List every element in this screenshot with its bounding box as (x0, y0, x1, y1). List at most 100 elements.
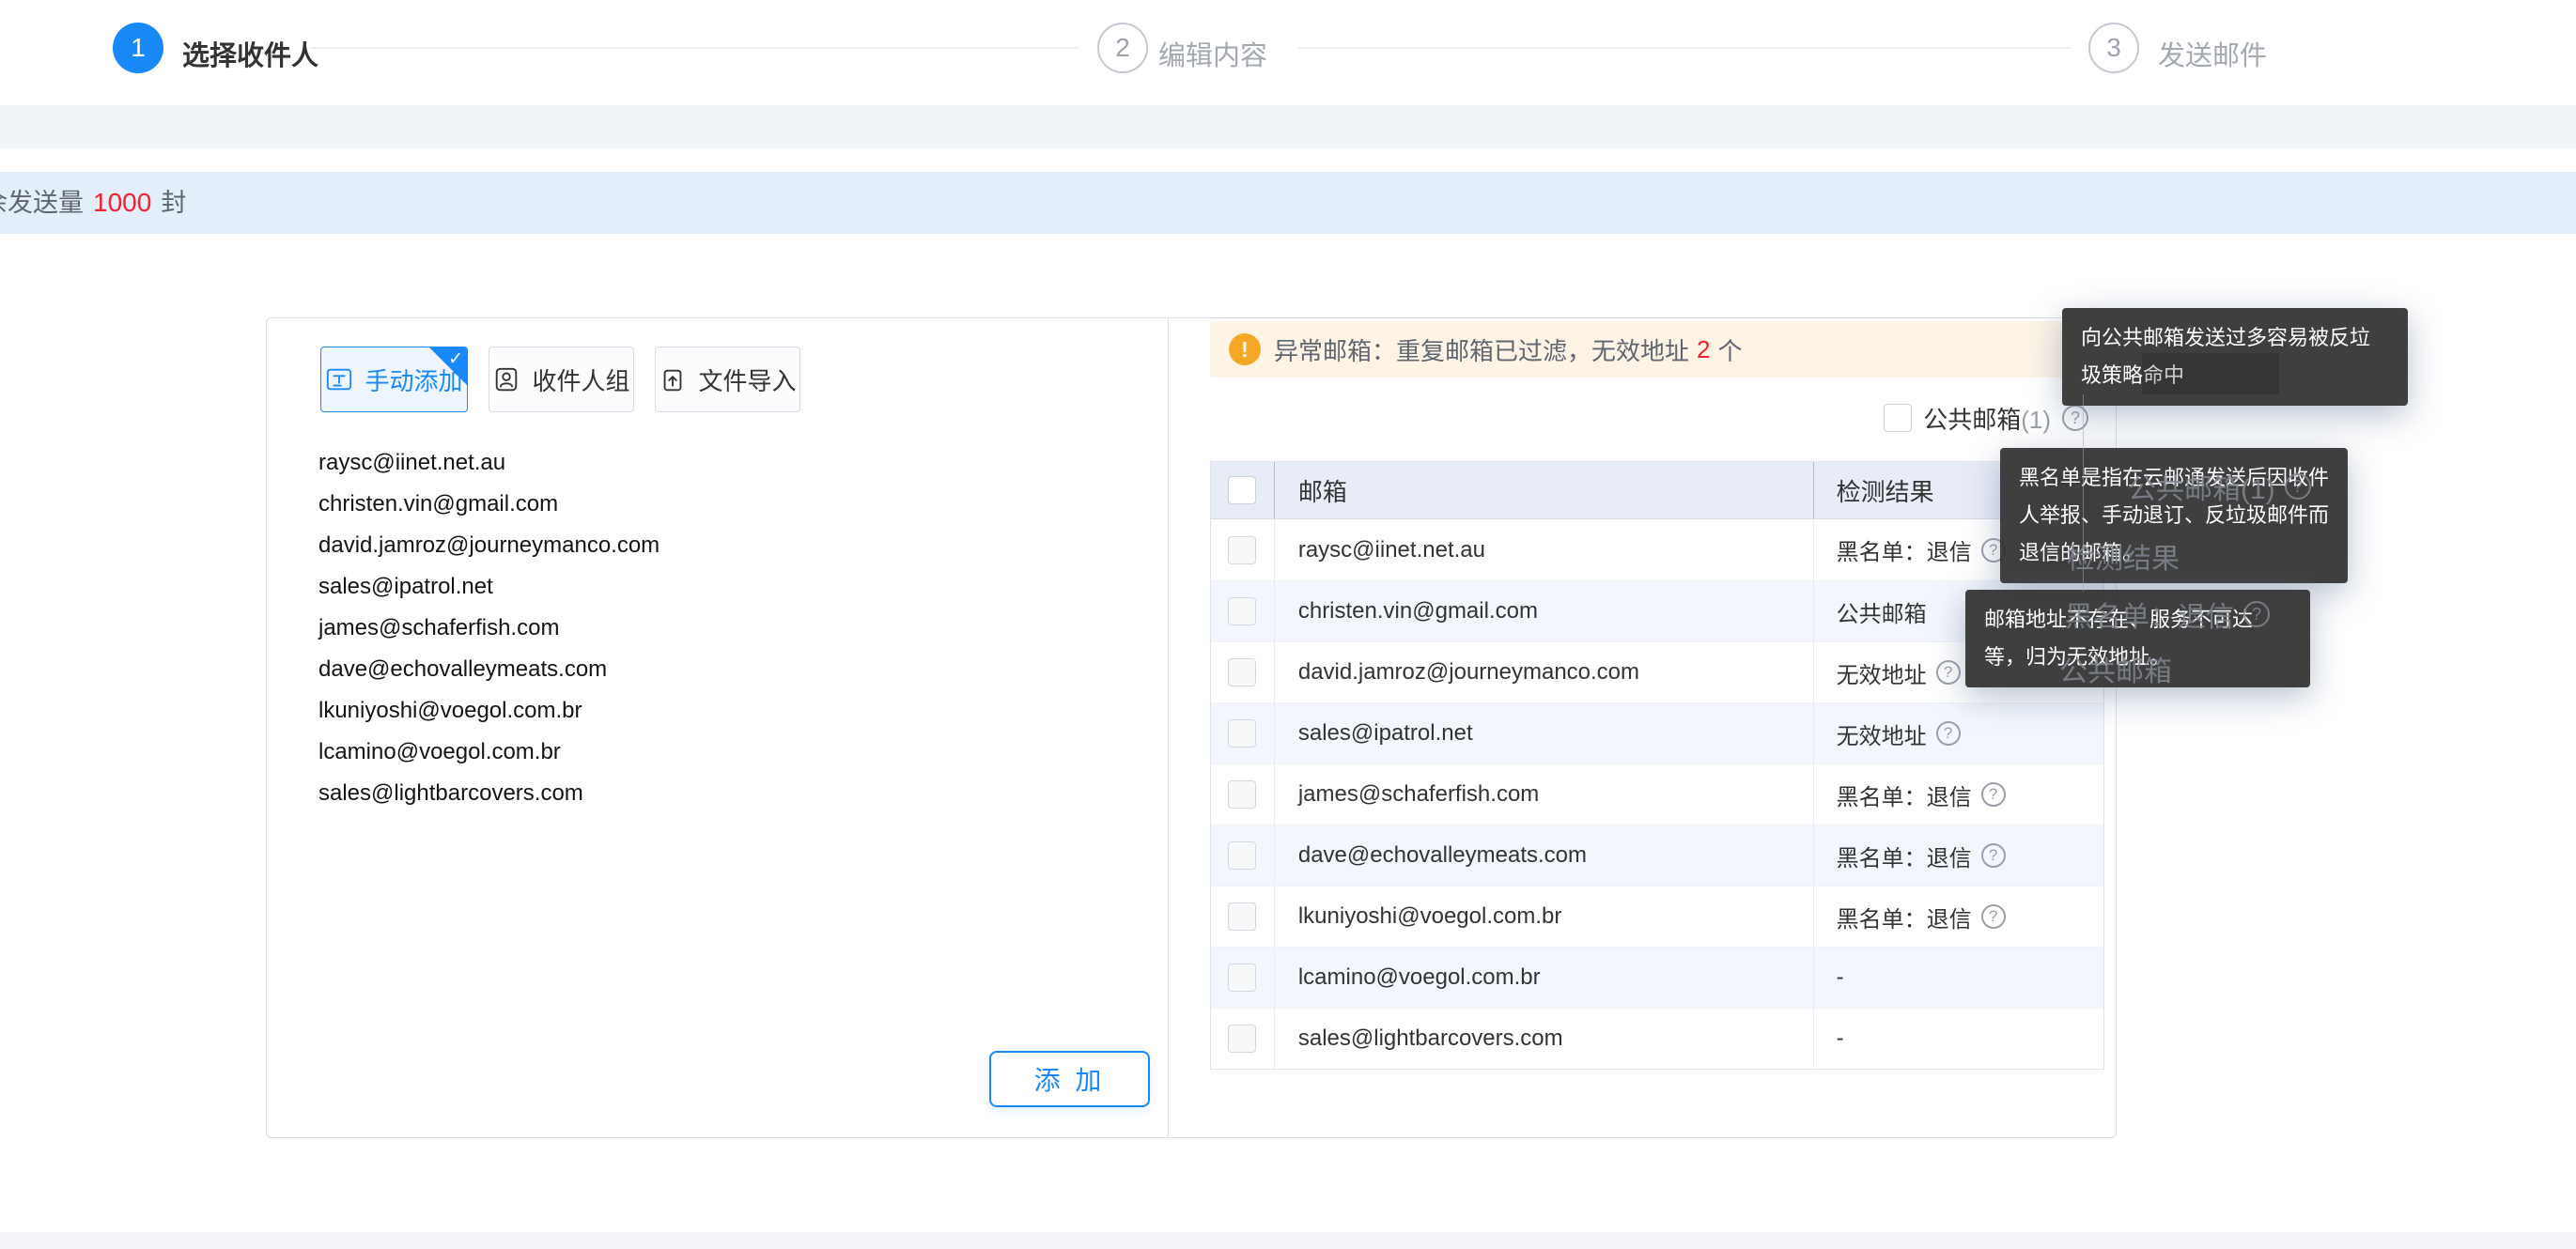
help-icon[interactable] (1936, 721, 1961, 746)
row-result-cell: - (1813, 948, 2103, 1008)
ghost-tooltip-fragment (2142, 353, 2279, 394)
row-checkbox-cell (1211, 902, 1274, 931)
row-result-cell: 无效地址 (1813, 703, 2103, 763)
row-checkbox-cell (1211, 536, 1274, 564)
row-checkbox[interactable] (1228, 658, 1256, 686)
row-result-cell: - (1813, 1009, 2103, 1069)
recipient-selection-panel: 手动添加 ✓ 收件人组 文件导入 raysc@iinet.ne (266, 317, 2117, 1138)
row-result-text: 黑名单：退信 (1837, 840, 1972, 872)
row-result-text: 黑名单：退信 (1837, 533, 1972, 566)
tab-file-import[interactable]: 文件导入 (655, 347, 800, 412)
row-result-text: 公共邮箱 (1837, 595, 1927, 628)
row-result-cell: 黑名单：退信 (1813, 887, 2103, 947)
tab-manual-add[interactable]: 手动添加 ✓ (320, 347, 468, 412)
row-checkbox[interactable] (1228, 719, 1256, 748)
ghost-blacklist-cell: 黑名单：退信 (2065, 594, 2270, 635)
row-result-text: 无效地址 (1837, 717, 1927, 750)
ghost-text-label: 黑名单：退信 (2065, 594, 2234, 635)
row-checkbox[interactable] (1228, 841, 1256, 870)
add-mode-tabs: 手动添加 ✓ 收件人组 文件导入 (320, 347, 800, 412)
row-checkbox[interactable] (1228, 902, 1256, 931)
table-row: lcamino@voegol.com.br- (1211, 947, 2103, 1008)
ghost-text-label: 公共邮箱(1) (2128, 466, 2275, 507)
abnormal-warning-bar: 异常邮箱：重复邮箱已过滤，无效地址 2 个 (1210, 321, 2100, 378)
step-3-number: 3 (2106, 33, 2121, 63)
step-2-indicator: 2 (1097, 23, 1148, 73)
add-button[interactable]: 添 加 (989, 1051, 1150, 1107)
public-mailbox-label-text: 公共邮箱 (1923, 406, 2021, 434)
warning-suffix: 个 (1717, 332, 1742, 367)
row-result-cell: 黑名单：退信 (1813, 825, 2103, 886)
step-1-number: 1 (131, 33, 146, 63)
page: 1 选择收件人 2 编辑内容 3 发送邮件 今日剩余发送量 1000 封 (0, 0, 2576, 1249)
step-3-label: 发送邮件 (2158, 34, 2267, 73)
tab-recipient-group[interactable]: 收件人组 (489, 347, 634, 412)
row-checkbox[interactable] (1228, 780, 1256, 809)
contact-card-icon (492, 365, 520, 393)
help-icon[interactable] (2062, 405, 2088, 431)
email-entry: lcamino@voegol.com.br (318, 732, 660, 773)
row-email-cell: christen.vin@gmail.com (1274, 581, 1813, 641)
table-row: dave@echovalleymeats.com 黑名单：退信 (1211, 825, 2103, 886)
ghost-public-mailbox-label: 公共邮箱(1) (2128, 466, 2311, 507)
public-mailbox-filter: 公共邮箱(1) (1884, 402, 2088, 434)
step-wizard: 1 选择收件人 2 编辑内容 3 发送邮件 (0, 0, 2576, 94)
warning-count: 2 (1697, 335, 1710, 364)
row-result-text: 黑名单：退信 (1837, 779, 1972, 811)
help-icon[interactable] (1981, 904, 2006, 929)
row-email-cell: sales@ipatrol.net (1274, 703, 1813, 763)
public-mailbox-label: 公共邮箱(1) (1923, 401, 2051, 436)
row-checkbox[interactable] (1228, 597, 1256, 625)
quota-suffix: 封 (161, 189, 186, 217)
table-row: sales@ipatrol.net 无效地址 (1211, 702, 2103, 763)
check-icon: ✓ (448, 348, 463, 370)
quota-text: 今日剩余发送量 1000 封 (0, 172, 186, 234)
row-checkbox-cell (1211, 780, 1274, 809)
table-header-row: 邮箱 检测结果 (1211, 462, 2103, 519)
email-entry: sales@ipatrol.net (318, 566, 660, 608)
file-import-icon (659, 365, 687, 393)
row-result-text: - (1837, 1025, 1844, 1052)
step-connector (310, 47, 1079, 49)
ghost-text-label: 检测结果 (2067, 535, 2180, 577)
row-checkbox-cell (1211, 964, 1274, 992)
email-list[interactable]: raysc@iinet.net.auchristen.vin@gmail.com… (318, 442, 660, 814)
row-email-cell: lcamino@voegol.com.br (1274, 948, 1813, 1008)
email-entry: david.jamroz@journeymanco.com (318, 525, 660, 566)
warning-icon (1229, 333, 1261, 365)
row-result-cell: 黑名单：退信 (1813, 764, 2103, 825)
help-icon[interactable] (1981, 782, 2006, 807)
header-email-column: 邮箱 (1274, 462, 1813, 518)
text-input-icon (325, 365, 353, 393)
check-result-table: 邮箱 检测结果 raysc@iinet.net.au黑名单：退信christen… (1210, 461, 2104, 1070)
step-2-number: 2 (1115, 33, 1130, 63)
tab-recipient-group-label: 收件人组 (532, 362, 629, 397)
page-background-band (0, 105, 2576, 148)
row-checkbox[interactable] (1228, 964, 1256, 992)
quota-notice-bar: 今日剩余发送量 1000 封 (0, 172, 2576, 234)
public-mailbox-checkbox[interactable] (1884, 404, 1912, 432)
row-checkbox[interactable] (1228, 1025, 1256, 1053)
help-icon[interactable] (1936, 660, 1961, 685)
row-checkbox-cell (1211, 1025, 1274, 1053)
email-entry: raysc@iinet.net.au (318, 442, 660, 484)
row-email-cell: david.jamroz@journeymanco.com (1274, 642, 1813, 702)
tab-file-import-label: 文件导入 (698, 362, 796, 397)
row-email-cell: james@schaferfish.com (1274, 764, 1813, 825)
step-3-indicator: 3 (2088, 23, 2139, 73)
select-all-checkbox[interactable] (1228, 476, 1256, 504)
ghost-result-header: 检测结果 (2067, 535, 2180, 577)
help-icon[interactable] (1981, 843, 2006, 868)
ghost-help-icon (2285, 473, 2311, 500)
row-email-cell: sales@lightbarcovers.com (1274, 1009, 1813, 1069)
row-checkbox[interactable] (1228, 536, 1256, 564)
warning-prefix: 异常邮箱：重复邮箱已过滤，无效地址 (1274, 332, 1689, 367)
row-email-cell: dave@echovalleymeats.com (1274, 825, 1813, 886)
row-checkbox-cell (1211, 841, 1274, 870)
email-entry: christen.vin@gmail.com (318, 484, 660, 525)
check-result-section: 异常邮箱：重复邮箱已过滤，无效地址 2 个 公共邮箱(1) 邮箱 检测结果 (1169, 318, 2118, 1137)
step-connector (1298, 47, 2072, 49)
quota-prefix: 今日剩余发送量 (0, 189, 84, 217)
public-mailbox-count: (1) (2021, 406, 2051, 434)
quota-amount: 1000 (93, 188, 151, 217)
